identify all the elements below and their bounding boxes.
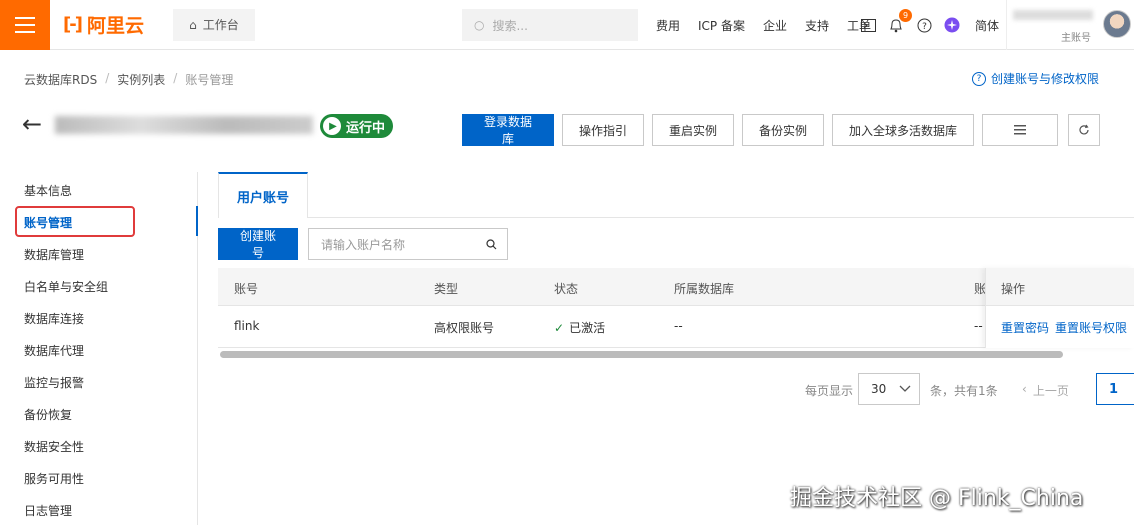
cell-database: -- xyxy=(674,319,683,333)
check-icon: ✓ xyxy=(554,321,565,335)
breadcrumb-current: 账号管理 xyxy=(185,73,234,87)
accounts-table: 账号 类型 状态 所属数据库 账 flink 高权限账号 ✓ 已激活 -- -- … xyxy=(218,268,1134,348)
more-menu-button[interactable] xyxy=(982,114,1058,146)
notification-badge: 9 xyxy=(899,9,912,22)
sidebar-item-whitelist[interactable]: 白名单与安全组 xyxy=(24,278,108,295)
join-global-active-button[interactable]: 加入全球多活数据库 xyxy=(832,114,974,146)
prev-page-button[interactable]: ‹ 上一页 xyxy=(1022,382,1069,399)
breadcrumb-separator: / xyxy=(105,71,110,85)
account-search-input[interactable]: 请输入账户名称 xyxy=(308,228,508,260)
cell-account: flink xyxy=(234,319,260,333)
user-role: 主账号 xyxy=(1061,33,1091,44)
aliyun-logo-icon: [-] xyxy=(63,14,83,35)
breadcrumb-separator: / xyxy=(173,71,178,85)
nav-support[interactable]: 支持 xyxy=(805,17,829,34)
login-database-button[interactable]: 登录数据库 xyxy=(462,114,554,146)
create-account-help-link[interactable]: ? 创建账号与修改权限 xyxy=(972,70,1099,87)
status-badge: ▶ 运行中 xyxy=(320,114,394,138)
hamburger-menu-button[interactable] xyxy=(0,0,50,50)
back-arrow-icon[interactable]: ← xyxy=(22,112,42,136)
tab-divider xyxy=(308,217,1134,218)
sidebar-item-logs[interactable]: 日志管理 xyxy=(24,502,72,519)
page-size-select[interactable]: 30 xyxy=(858,373,920,405)
col-type: 类型 xyxy=(434,282,459,296)
sidebar-item-backup[interactable]: 备份恢复 xyxy=(24,406,72,423)
chevron-left-icon: ‹ xyxy=(1022,382,1027,396)
list-icon xyxy=(1014,125,1026,135)
play-icon: ▶ xyxy=(323,117,341,135)
question-icon: ? xyxy=(972,71,986,86)
nav-billing[interactable]: 费用 xyxy=(656,17,680,34)
reset-password-link[interactable]: 重置密码 xyxy=(1001,319,1049,336)
col-status: 状态 xyxy=(554,282,579,296)
home-icon: ⌂ xyxy=(189,17,197,32)
user-menu[interactable]: 主账号 xyxy=(1006,0,1134,50)
cell-truncated: -- xyxy=(974,319,983,333)
pagination: 每页显示 30 条，共有1条 ‹ 上一页 1 xyxy=(0,373,1134,405)
cell-type: 高权限账号 xyxy=(434,321,495,335)
watermark: 掘金技术社区 @ Flink_China xyxy=(790,486,1084,511)
user-name-blurred xyxy=(1013,10,1093,20)
create-account-button[interactable]: 创建账号 xyxy=(218,228,298,260)
col-account: 账号 xyxy=(234,282,259,296)
sidebar-item-database-management[interactable]: 数据库管理 xyxy=(24,246,84,263)
nav-icp[interactable]: ICP 备案 xyxy=(698,17,745,34)
col-database: 所属数据库 xyxy=(674,282,735,296)
guide-button[interactable]: 操作指引 xyxy=(562,114,644,146)
horizontal-scrollbar[interactable] xyxy=(220,351,1063,358)
bell-icon[interactable]: 9 xyxy=(888,9,912,33)
aliyun-logo[interactable]: [-] 阿里云 xyxy=(63,11,163,38)
restart-instance-button[interactable]: 重启实例 xyxy=(652,114,734,146)
sidebar-item-basic-info[interactable]: 基本信息 xyxy=(24,182,72,199)
breadcrumb-rds[interactable]: 云数据库RDS xyxy=(24,71,97,88)
top-icons: 9 ? xyxy=(860,0,960,50)
instance-actions: 登录数据库 操作指引 重启实例 备份实例 加入全球多活数据库 xyxy=(462,114,1100,146)
terminal-icon[interactable] xyxy=(860,17,876,33)
total-count: 条，共有1条 xyxy=(930,384,998,398)
help-icon[interactable]: ? xyxy=(916,17,932,33)
breadcrumb-instance-list[interactable]: 实例列表 xyxy=(117,71,165,88)
sidebar-item-proxy[interactable]: 数据库代理 xyxy=(24,342,84,359)
instance-name-blurred xyxy=(55,116,313,134)
workbench-button[interactable]: ⌂ 工作台 xyxy=(173,8,255,41)
search-icon[interactable] xyxy=(486,238,497,250)
refresh-button[interactable] xyxy=(1068,114,1100,146)
breadcrumb: 云数据库RDS / 实例列表 / 账号管理 xyxy=(24,71,233,88)
avatar[interactable] xyxy=(1103,10,1131,38)
sidebar-item-connection[interactable]: 数据库连接 xyxy=(24,310,84,327)
nav-enterprise[interactable]: 企业 xyxy=(763,17,787,34)
global-search-input[interactable]: ○ 搜索... xyxy=(462,9,638,41)
page-1-button[interactable]: 1 xyxy=(1096,373,1134,405)
annotation-highlight-box xyxy=(15,206,135,237)
sidebar-active-indicator xyxy=(196,206,198,236)
search-icon: ○ xyxy=(474,18,485,32)
cell-status: ✓ 已激活 xyxy=(554,321,606,335)
language-switch[interactable]: 简体 xyxy=(975,17,999,34)
reset-permissions-link[interactable]: 重置账号权限 xyxy=(1055,319,1127,336)
operations-header: 操作 xyxy=(986,268,1134,306)
sidebar: 基本信息 账号管理 数据库管理 白名单与安全组 数据库连接 数据库代理 监控与报… xyxy=(0,172,198,525)
sidebar-item-security[interactable]: 数据安全性 xyxy=(24,438,84,455)
refresh-icon xyxy=(1079,124,1089,135)
tab-user-accounts[interactable]: 用户账号 xyxy=(218,172,308,218)
backup-instance-button[interactable]: 备份实例 xyxy=(742,114,824,146)
sidebar-item-availability[interactable]: 服务可用性 xyxy=(24,470,84,487)
per-page-label: 每页显示 xyxy=(805,384,854,398)
ai-assistant-icon[interactable] xyxy=(944,17,960,33)
top-nav: 费用 ICP 备案 企业 支持 工单 xyxy=(656,0,871,50)
svg-text:?: ? xyxy=(922,22,927,32)
chevron-down-icon xyxy=(899,385,911,392)
operations-column: 操作 重置密码 重置账号权限 xyxy=(985,268,1134,348)
